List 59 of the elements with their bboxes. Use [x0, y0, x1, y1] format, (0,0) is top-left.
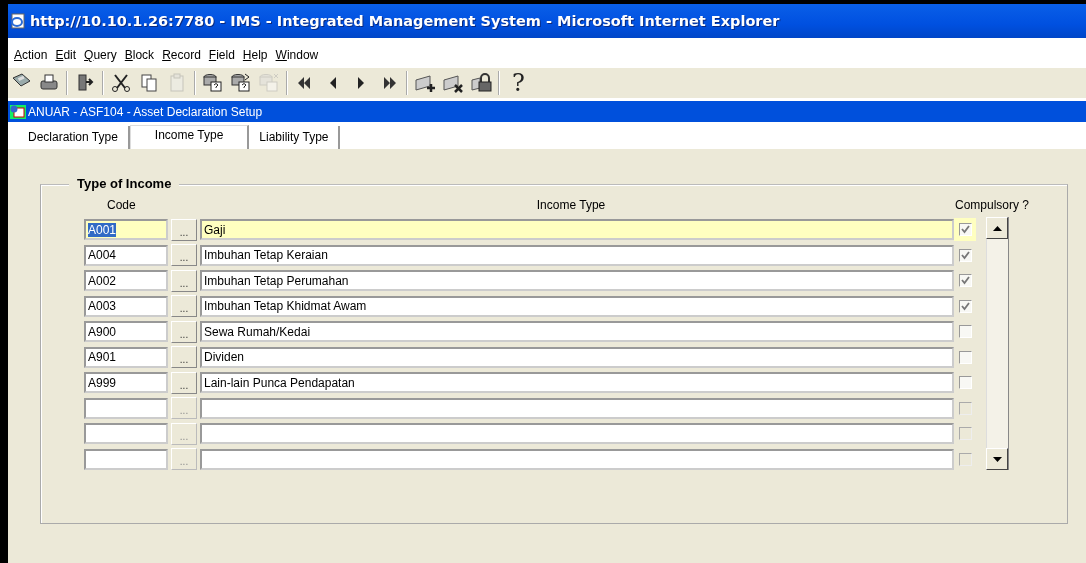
- code-field[interactable]: A004: [84, 244, 168, 266]
- checkbox[interactable]: [958, 223, 972, 237]
- scroll-up-icon[interactable]: [986, 217, 1008, 239]
- code-field[interactable]: A999: [84, 372, 168, 394]
- menu-item[interactable]: Query: [80, 48, 121, 62]
- menu-item[interactable]: Window: [271, 48, 323, 62]
- code-field[interactable]: A900: [84, 321, 168, 343]
- window-title: http://10.10.1.26:7780 - IMS - Integrated Management System - Microsoft Internet Explorer: [30, 13, 780, 29]
- code-field[interactable]: A002: [84, 270, 168, 292]
- menu-item[interactable]: Record: [158, 48, 205, 62]
- list-button[interactable]: ...: [171, 218, 197, 241]
- scrollbar[interactable]: [986, 217, 1009, 470]
- page-icon: [10, 13, 26, 29]
- help-button[interactable]: ?: [506, 69, 531, 97]
- code-field[interactable]: A001: [84, 219, 168, 241]
- income-type-field[interactable]: Imbuhan Tetap Keraian: [200, 244, 954, 266]
- scroll-down-icon[interactable]: [986, 448, 1008, 470]
- menu-item[interactable]: Help: [238, 48, 272, 62]
- code-field[interactable]: A003: [84, 295, 168, 317]
- checkbox[interactable]: [958, 299, 972, 313]
- list-button[interactable]: ...: [171, 295, 197, 318]
- checkbox[interactable]: [958, 350, 972, 364]
- income-type-field[interactable]: [200, 423, 954, 445]
- checkbox[interactable]: [958, 248, 972, 262]
- list-button[interactable]: ...: [171, 346, 197, 369]
- menu-item[interactable]: Field: [204, 48, 239, 62]
- list-button[interactable]: ...: [171, 244, 197, 267]
- menu-item[interactable]: Action: [10, 48, 52, 62]
- copy-icon[interactable]: [138, 72, 160, 94]
- tab[interactable]: Income Type: [129, 125, 250, 149]
- income-type-field[interactable]: [200, 448, 954, 470]
- form-icon: [10, 104, 26, 119]
- database-query-icon[interactable]: [230, 72, 252, 94]
- income-type-field[interactable]: Imbuhan Tetap Perumahan: [200, 270, 954, 292]
- checkbox[interactable]: [958, 274, 972, 288]
- menu-item[interactable]: Block: [120, 48, 159, 62]
- code-field[interactable]: A901: [84, 346, 168, 368]
- form-title: ANUAR - ASF104 - Asset Declaration Setup: [28, 104, 263, 119]
- checkbox[interactable]: [958, 376, 972, 390]
- checkbox[interactable]: [958, 325, 972, 339]
- income-type-field[interactable]: [200, 397, 954, 419]
- list-button[interactable]: ...: [171, 371, 197, 394]
- income-type-field[interactable]: Sewa Rumah/Kedai: [200, 321, 954, 343]
- list-button[interactable]: ...: [171, 269, 197, 292]
- scissors-icon[interactable]: [110, 72, 132, 94]
- column-header: Income Type: [535, 198, 607, 212]
- padlock-icon[interactable]: [470, 72, 492, 94]
- menu-item[interactable]: Edit: [51, 48, 81, 62]
- income-type-field[interactable]: Gaji: [200, 219, 954, 241]
- delete-record-icon[interactable]: [442, 72, 464, 94]
- income-type-field[interactable]: Dividen: [200, 346, 954, 368]
- column-header: Compulsory ?: [955, 198, 1030, 212]
- income-type-field[interactable]: Lain-lain Punca Pendapatan: [200, 372, 954, 394]
- income-type-field[interactable]: Imbuhan Tetap Khidmat Awam: [200, 295, 954, 317]
- insert-record-icon[interactable]: [414, 72, 436, 94]
- frame-title: Type of Income: [69, 176, 180, 191]
- database-query-icon[interactable]: [202, 72, 224, 94]
- column-header: Code: [106, 198, 137, 212]
- list-button[interactable]: ...: [171, 320, 197, 343]
